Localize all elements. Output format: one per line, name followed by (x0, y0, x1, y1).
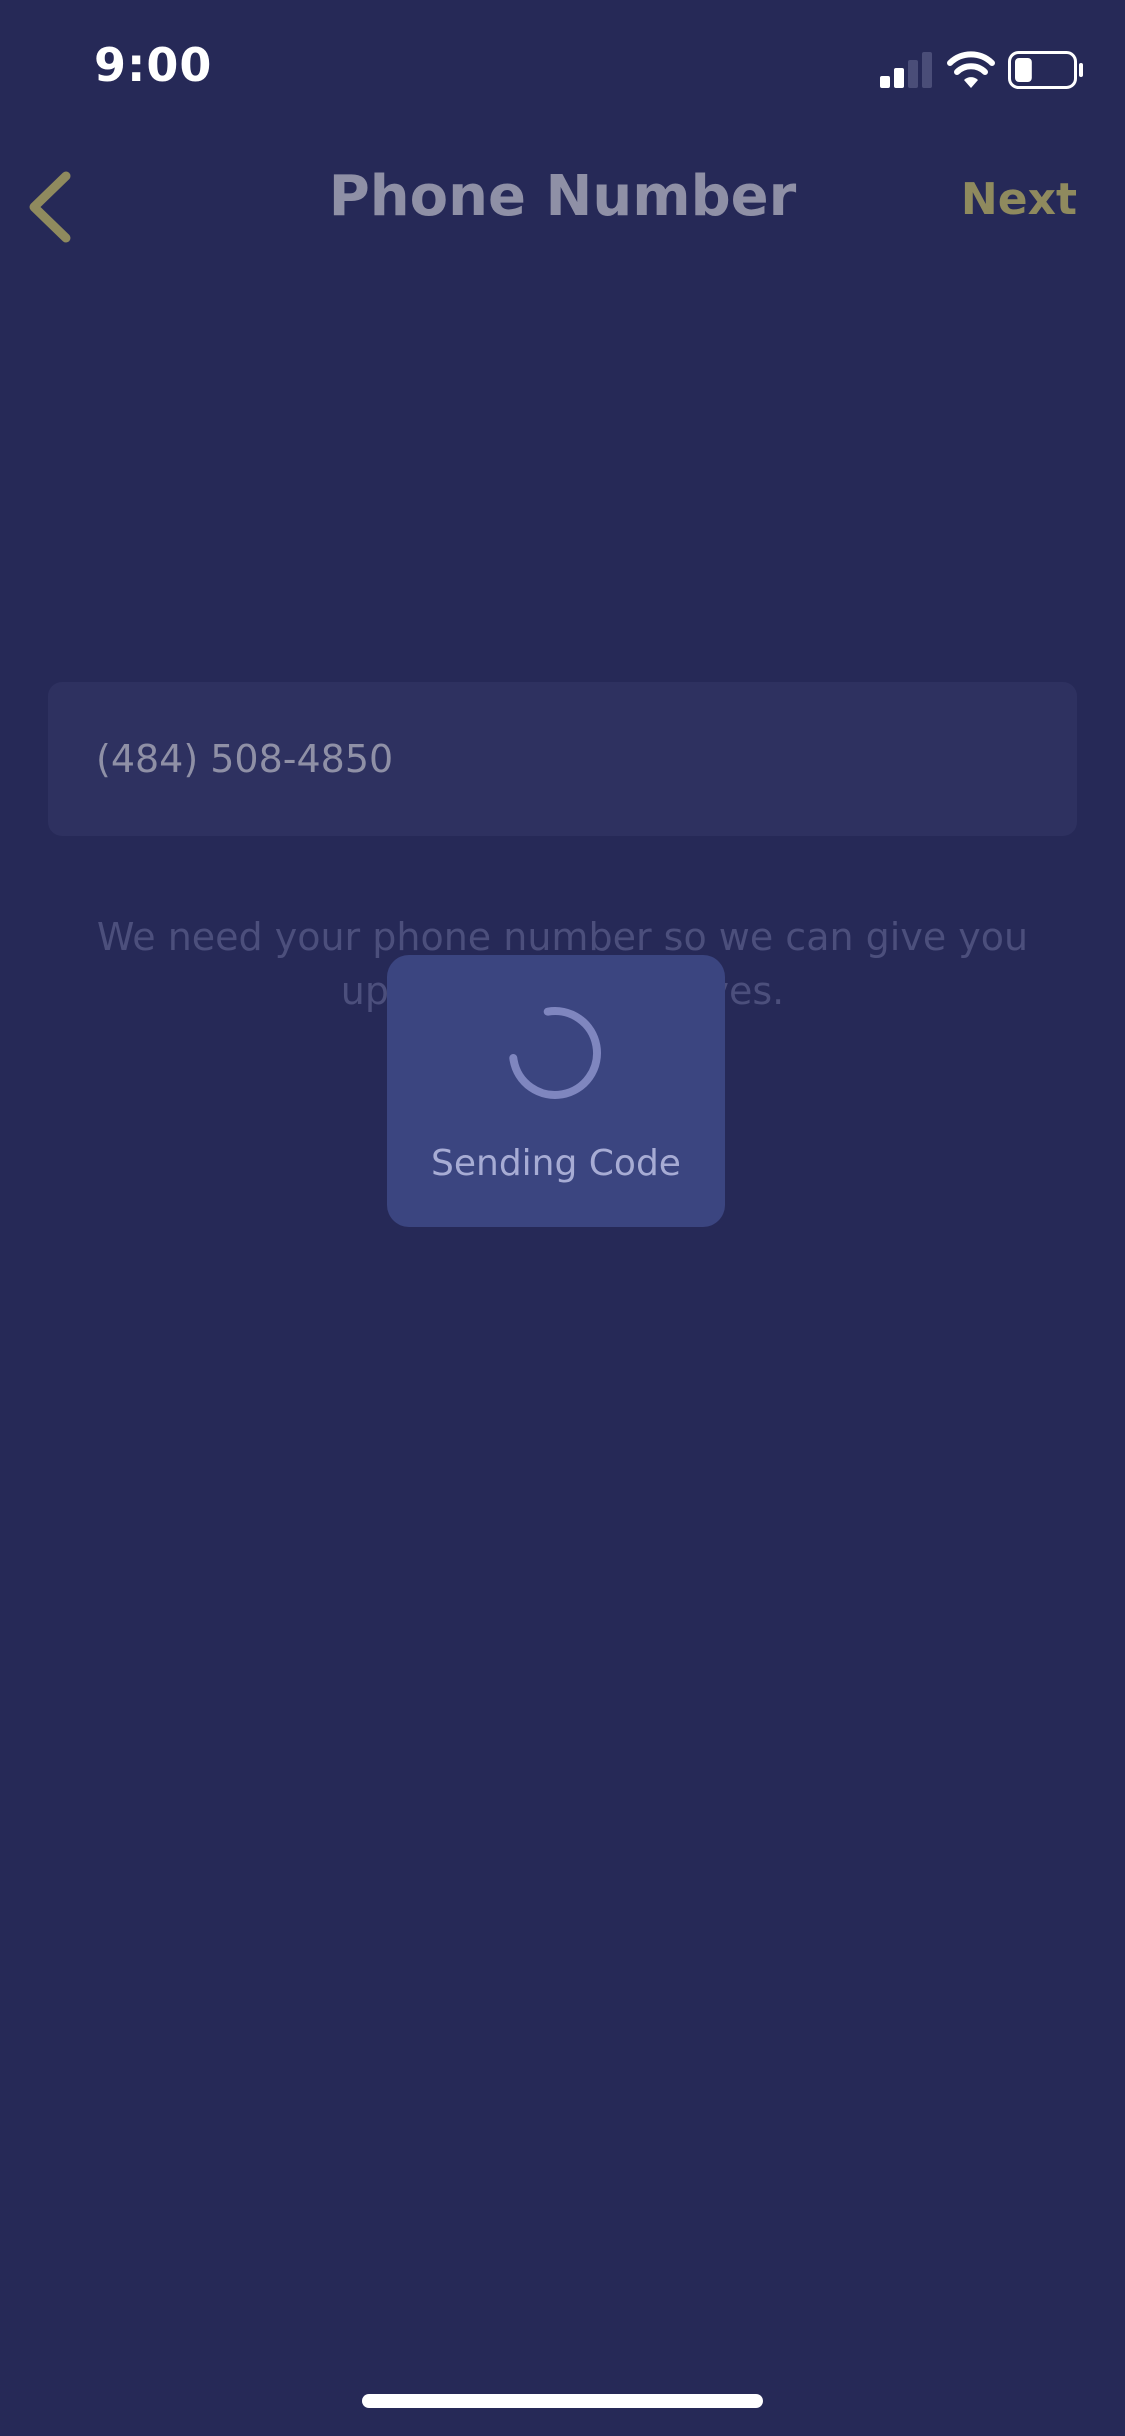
hud-label: Sending Code (431, 1143, 681, 1184)
signal-icon (880, 52, 932, 88)
home-indicator (362, 2394, 763, 2408)
page-title: Phone Number (328, 164, 797, 229)
status-bar: 9:00 (0, 0, 1125, 132)
phone-number-input[interactable]: (484) 508-4850 (48, 682, 1077, 836)
status-time: 9:00 (94, 38, 213, 92)
next-button[interactable]: Next (961, 174, 1077, 225)
wifi-icon (947, 51, 995, 88)
nav-bar: Phone Number Next (0, 132, 1125, 272)
spinner-icon (509, 1007, 601, 1099)
loading-hud: Sending Code (387, 955, 725, 1227)
battery-icon (1008, 51, 1083, 89)
